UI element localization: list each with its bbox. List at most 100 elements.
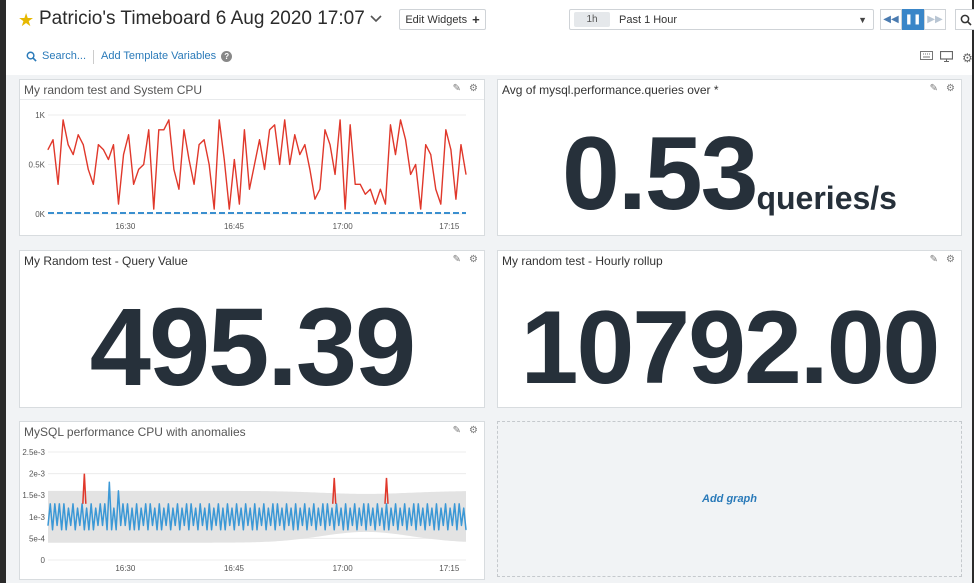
- cpu-series-point: [270, 524, 272, 526]
- cpu-series-point: [283, 529, 285, 531]
- cpu-series-point: [410, 173, 412, 175]
- cpu-series-point: [47, 149, 49, 151]
- plus-icon: +: [472, 12, 480, 27]
- cpu-series-point: [379, 188, 381, 190]
- cpu-series-point: [304, 144, 306, 146]
- cpu-series-point: [143, 163, 145, 165]
- cpu-series-point: [397, 529, 399, 531]
- monitor-icon[interactable]: [939, 50, 954, 65]
- cpu-series-point: [192, 524, 194, 526]
- cpu-series-point: [400, 119, 402, 121]
- gear-icon[interactable]: ⚙: [469, 83, 478, 94]
- cpu-series-point: [245, 503, 247, 505]
- gear-icon[interactable]: ⚙: [962, 51, 973, 65]
- cpu-series-point: [188, 159, 190, 161]
- cpu-series-point: [112, 144, 114, 146]
- cpu-series-point: [152, 524, 153, 526]
- pause-button[interactable]: ❚❚: [902, 9, 924, 30]
- x-tick-label: 16:45: [224, 564, 245, 573]
- cpu-series-point: [122, 503, 124, 505]
- add-template-variables-link[interactable]: Add Template Variables ?: [101, 50, 233, 62]
- cpu-series-point: [65, 529, 67, 531]
- cpu-series-point: [344, 208, 346, 210]
- cpu-series-point: [372, 507, 374, 509]
- add-graph-placeholder[interactable]: Add graph: [497, 421, 962, 577]
- anomalies-chart-widget[interactable]: MySQL performance CPU with anomalies ✎ ⚙…: [19, 421, 485, 580]
- cpu-series-point: [395, 503, 397, 505]
- cpu-series-point: [297, 529, 299, 531]
- cpu-series-point: [140, 507, 142, 509]
- add-graph-label[interactable]: Add graph: [702, 493, 757, 505]
- cpu-series-point: [349, 124, 351, 126]
- chevron-down-icon[interactable]: [370, 10, 382, 26]
- anomalies-line-chart[interactable]: 2.5e-3 2e-3 1.5e-3 1e-3 5e-4 0 16:30 16:45 17:00…: [20, 441, 484, 580]
- cpu-series-point: [413, 503, 415, 505]
- cpu-series-point: [329, 524, 331, 526]
- cpu-series-point: [363, 503, 365, 505]
- cpu-series-point: [333, 529, 335, 531]
- cpu-series-point: [173, 168, 175, 170]
- query-value-number: 495.39: [89, 286, 416, 409]
- timeframe-select[interactable]: 1h Past 1 Hour ▼: [569, 9, 874, 30]
- cpu-chart-widget[interactable]: My random test and System CPU ✎ ⚙ 1K 0.5K…: [19, 79, 485, 236]
- rewind-button[interactable]: ◀◀: [880, 9, 902, 30]
- cpu-series-point: [276, 503, 278, 505]
- gear-icon[interactable]: ⚙: [469, 254, 478, 265]
- cpu-series-point: [401, 524, 403, 526]
- cpu-series-point: [201, 524, 203, 526]
- cpu-series-point: [455, 198, 457, 200]
- pencil-icon[interactable]: ✎: [453, 254, 461, 265]
- cpu-series-point: [299, 154, 301, 156]
- cpu-series-point: [118, 203, 120, 205]
- edit-widgets-button[interactable]: Edit Widgets +: [399, 9, 486, 30]
- fast-forward-button[interactable]: ▶▶: [924, 9, 946, 30]
- cpu-series-point: [90, 503, 92, 505]
- cpu-series-point: [269, 129, 271, 131]
- cpu-series-point: [415, 163, 417, 165]
- cpu-series-point: [129, 529, 131, 531]
- x-tick-label: 17:00: [333, 222, 354, 231]
- cpu-series-point: [223, 159, 225, 161]
- star-icon[interactable]: ★: [18, 10, 34, 31]
- cpu-series-point: [222, 507, 224, 509]
- cpu-series-point: [422, 507, 424, 509]
- widget-title: My random test - Hourly rollup: [502, 254, 663, 268]
- mysql-queries-widget[interactable]: Avg of mysql.performance.queries over * …: [497, 79, 962, 236]
- cpu-series-point: [229, 524, 231, 526]
- widget-tools: ✎ ⚙: [930, 83, 955, 94]
- gear-icon[interactable]: ⚙: [946, 254, 955, 265]
- cpu-series-point: [374, 203, 376, 205]
- gear-icon[interactable]: ⚙: [469, 425, 478, 436]
- timeframe-badge: 1h: [574, 12, 610, 27]
- hourly-rollup-widget[interactable]: My random test - Hourly rollup ✎ ⚙ 10792…: [497, 250, 962, 408]
- cpu-series-point: [197, 529, 199, 531]
- cpu-series-point: [47, 524, 49, 526]
- cpu-series-point: [463, 507, 465, 509]
- cpu-series-point: [450, 149, 452, 151]
- cpu-series-point: [181, 507, 183, 509]
- gear-icon[interactable]: ⚙: [946, 83, 955, 94]
- query-value-widget[interactable]: My Random test - Query Value ✎ ⚙ 495.39: [19, 250, 485, 408]
- cpu-series-point: [424, 529, 426, 531]
- widget-tools: ✎ ⚙: [453, 254, 478, 265]
- x-tick-label: 16:30: [115, 564, 136, 573]
- cpu-line-chart[interactable]: 1K 0.5K 0K 16:30 16:45 17:00 17:15: [20, 100, 484, 235]
- dashboard-title[interactable]: Patricio's Timeboard 6 Aug 2020 17:07: [39, 8, 365, 30]
- cpu-series-point: [465, 173, 467, 175]
- cpu-series-point: [147, 529, 149, 531]
- keyboard-icon[interactable]: [920, 51, 933, 63]
- search-link[interactable]: Search...: [26, 50, 86, 62]
- cpu-series-point: [324, 129, 326, 131]
- template-vars-label: Add Template Variables: [101, 50, 217, 62]
- pencil-icon[interactable]: ✎: [930, 83, 938, 94]
- cpu-series-point: [133, 529, 135, 531]
- cpu-series-point: [163, 129, 165, 131]
- cpu-series-point: [133, 183, 135, 185]
- cpu-series-point: [183, 524, 185, 526]
- pencil-icon[interactable]: ✎: [453, 83, 461, 94]
- help-icon[interactable]: ?: [221, 50, 233, 62]
- search-button[interactable]: [955, 9, 974, 30]
- pencil-icon[interactable]: ✎: [930, 254, 938, 265]
- pencil-icon[interactable]: ✎: [453, 425, 461, 436]
- cpu-series-point: [365, 529, 367, 531]
